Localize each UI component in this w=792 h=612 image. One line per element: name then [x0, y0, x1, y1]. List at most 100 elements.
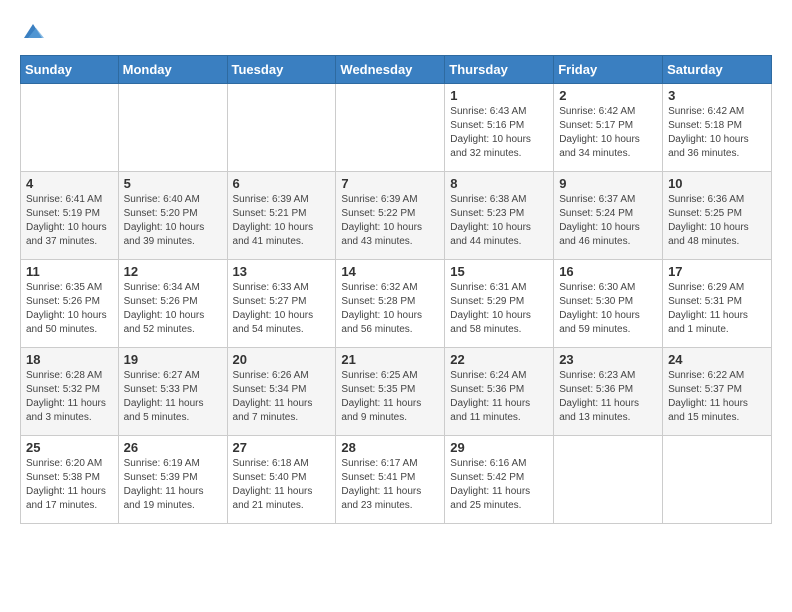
calendar-cell	[21, 84, 119, 172]
calendar-cell: 18 Sunrise: 6:28 AM Sunset: 5:32 PM Dayli…	[21, 348, 119, 436]
day-detail: Sunrise: 6:28 AM Sunset: 5:32 PM Dayligh…	[26, 369, 113, 425]
day-number: 3	[668, 88, 766, 103]
header-tuesday: Tuesday	[227, 56, 336, 84]
calendar-cell: 22 Sunrise: 6:24 AM Sunset: 5:36 PM Dayli…	[445, 348, 554, 436]
day-number: 8	[450, 176, 548, 191]
day-detail: Sunrise: 6:34 AM Sunset: 5:26 PM Dayligh…	[124, 281, 222, 337]
calendar-cell: 29 Sunrise: 6:16 AM Sunset: 5:42 PM Dayli…	[445, 436, 554, 524]
week-row-2: 4Sunrise: 6:41 AM Sunset: 5:19 PM Daylig…	[21, 172, 772, 260]
day-number: 29	[450, 440, 548, 455]
calendar-cell: 3 Sunrise: 6:42 AM Sunset: 5:18 PM Daylig…	[663, 84, 772, 172]
header-thursday: Thursday	[445, 56, 554, 84]
day-number: 17	[668, 264, 766, 279]
day-number: 21	[341, 352, 439, 367]
calendar-cell: 24 Sunrise: 6:22 AM Sunset: 5:37 PM Dayli…	[663, 348, 772, 436]
day-number: 27	[233, 440, 331, 455]
day-number: 24	[668, 352, 766, 367]
day-number: 7	[341, 176, 439, 191]
day-detail: Sunrise: 6:35 AM Sunset: 5:26 PM Dayligh…	[26, 281, 113, 337]
day-detail: Sunrise: 6:30 AM Sunset: 5:30 PM Dayligh…	[559, 281, 657, 337]
day-number: 28	[341, 440, 439, 455]
calendar-header-row: SundayMondayTuesdayWednesdayThursdayFrid…	[21, 56, 772, 84]
day-number: 25	[26, 440, 113, 455]
day-number: 9	[559, 176, 657, 191]
header-monday: Monday	[118, 56, 227, 84]
day-detail: Sunrise: 6:17 AM Sunset: 5:41 PM Dayligh…	[341, 457, 439, 513]
logo-icon	[22, 20, 44, 42]
day-number: 22	[450, 352, 548, 367]
day-detail: Sunrise: 6:42 AM Sunset: 5:17 PM Dayligh…	[559, 105, 657, 161]
logo	[20, 20, 44, 47]
calendar-cell	[663, 436, 772, 524]
day-number: 10	[668, 176, 766, 191]
day-detail: Sunrise: 6:24 AM Sunset: 5:36 PM Dayligh…	[450, 369, 548, 425]
day-number: 20	[233, 352, 331, 367]
calendar-cell: 25 Sunrise: 6:20 AM Sunset: 5:38 PM Dayli…	[21, 436, 119, 524]
day-detail: Sunrise: 6:40 AM Sunset: 5:20 PM Dayligh…	[124, 193, 222, 249]
header-friday: Friday	[554, 56, 663, 84]
day-detail: Sunrise: 6:22 AM Sunset: 5:37 PM Dayligh…	[668, 369, 766, 425]
week-row-3: 11 Sunrise: 6:35 AM Sunset: 5:26 PM Dayli…	[21, 260, 772, 348]
day-number: 18	[26, 352, 113, 367]
calendar-cell: 12 Sunrise: 6:34 AM Sunset: 5:26 PM Dayli…	[118, 260, 227, 348]
calendar-cell	[227, 84, 336, 172]
calendar-cell	[118, 84, 227, 172]
calendar-table: SundayMondayTuesdayWednesdayThursdayFrid…	[20, 55, 772, 524]
calendar-cell: 20 Sunrise: 6:26 AM Sunset: 5:34 PM Dayli…	[227, 348, 336, 436]
calendar-cell	[336, 84, 445, 172]
day-detail: Sunrise: 6:27 AM Sunset: 5:33 PM Dayligh…	[124, 369, 222, 425]
calendar-cell: 11 Sunrise: 6:35 AM Sunset: 5:26 PM Dayli…	[21, 260, 119, 348]
calendar-cell: 4Sunrise: 6:41 AM Sunset: 5:19 PM Daylig…	[21, 172, 119, 260]
day-detail: Sunrise: 6:19 AM Sunset: 5:39 PM Dayligh…	[124, 457, 222, 513]
day-number: 15	[450, 264, 548, 279]
day-detail: Sunrise: 6:20 AM Sunset: 5:38 PM Dayligh…	[26, 457, 113, 513]
day-detail: Sunrise: 6:36 AM Sunset: 5:25 PM Dayligh…	[668, 193, 766, 249]
calendar-cell: 28 Sunrise: 6:17 AM Sunset: 5:41 PM Dayli…	[336, 436, 445, 524]
day-number: 23	[559, 352, 657, 367]
day-detail: Sunrise: 6:18 AM Sunset: 5:40 PM Dayligh…	[233, 457, 331, 513]
header-sunday: Sunday	[21, 56, 119, 84]
header-saturday: Saturday	[663, 56, 772, 84]
calendar-cell: 5Sunrise: 6:40 AM Sunset: 5:20 PM Daylig…	[118, 172, 227, 260]
calendar-cell: 6 Sunrise: 6:39 AM Sunset: 5:21 PM Daylig…	[227, 172, 336, 260]
day-detail: Sunrise: 6:31 AM Sunset: 5:29 PM Dayligh…	[450, 281, 548, 337]
calendar-cell: 26Sunrise: 6:19 AM Sunset: 5:39 PM Dayli…	[118, 436, 227, 524]
day-detail: Sunrise: 6:16 AM Sunset: 5:42 PM Dayligh…	[450, 457, 548, 513]
day-detail: Sunrise: 6:23 AM Sunset: 5:36 PM Dayligh…	[559, 369, 657, 425]
calendar-cell: 23 Sunrise: 6:23 AM Sunset: 5:36 PM Dayli…	[554, 348, 663, 436]
calendar-cell: 8 Sunrise: 6:38 AM Sunset: 5:23 PM Daylig…	[445, 172, 554, 260]
calendar-cell: 19 Sunrise: 6:27 AM Sunset: 5:33 PM Dayli…	[118, 348, 227, 436]
day-detail: Sunrise: 6:39 AM Sunset: 5:21 PM Dayligh…	[233, 193, 331, 249]
calendar-cell: 17 Sunrise: 6:29 AM Sunset: 5:31 PM Dayli…	[663, 260, 772, 348]
day-detail: Sunrise: 6:37 AM Sunset: 5:24 PM Dayligh…	[559, 193, 657, 249]
calendar-cell: 7Sunrise: 6:39 AM Sunset: 5:22 PM Daylig…	[336, 172, 445, 260]
day-detail: Sunrise: 6:38 AM Sunset: 5:23 PM Dayligh…	[450, 193, 548, 249]
day-number: 11	[26, 264, 113, 279]
calendar-cell: 9 Sunrise: 6:37 AM Sunset: 5:24 PM Daylig…	[554, 172, 663, 260]
calendar-cell: 16Sunrise: 6:30 AM Sunset: 5:30 PM Dayli…	[554, 260, 663, 348]
day-number: 12	[124, 264, 222, 279]
day-number: 19	[124, 352, 222, 367]
calendar-cell: 1Sunrise: 6:43 AM Sunset: 5:16 PM Daylig…	[445, 84, 554, 172]
header-wednesday: Wednesday	[336, 56, 445, 84]
day-number: 13	[233, 264, 331, 279]
day-detail: Sunrise: 6:32 AM Sunset: 5:28 PM Dayligh…	[341, 281, 439, 337]
week-row-5: 25 Sunrise: 6:20 AM Sunset: 5:38 PM Dayli…	[21, 436, 772, 524]
calendar-cell: 13 Sunrise: 6:33 AM Sunset: 5:27 PM Dayli…	[227, 260, 336, 348]
calendar-cell: 14 Sunrise: 6:32 AM Sunset: 5:28 PM Dayli…	[336, 260, 445, 348]
day-number: 14	[341, 264, 439, 279]
day-detail: Sunrise: 6:42 AM Sunset: 5:18 PM Dayligh…	[668, 105, 766, 161]
calendar-cell: 2 Sunrise: 6:42 AM Sunset: 5:17 PM Daylig…	[554, 84, 663, 172]
week-row-4: 18 Sunrise: 6:28 AM Sunset: 5:32 PM Dayli…	[21, 348, 772, 436]
day-detail: Sunrise: 6:41 AM Sunset: 5:19 PM Dayligh…	[26, 193, 113, 249]
day-detail: Sunrise: 6:26 AM Sunset: 5:34 PM Dayligh…	[233, 369, 331, 425]
day-detail: Sunrise: 6:29 AM Sunset: 5:31 PM Dayligh…	[668, 281, 766, 337]
day-number: 2	[559, 88, 657, 103]
header	[20, 16, 772, 47]
day-detail: Sunrise: 6:33 AM Sunset: 5:27 PM Dayligh…	[233, 281, 331, 337]
day-number: 6	[233, 176, 331, 191]
calendar-cell: 15 Sunrise: 6:31 AM Sunset: 5:29 PM Dayli…	[445, 260, 554, 348]
calendar-cell	[554, 436, 663, 524]
day-number: 1	[450, 88, 548, 103]
calendar-cell: 27 Sunrise: 6:18 AM Sunset: 5:40 PM Dayli…	[227, 436, 336, 524]
